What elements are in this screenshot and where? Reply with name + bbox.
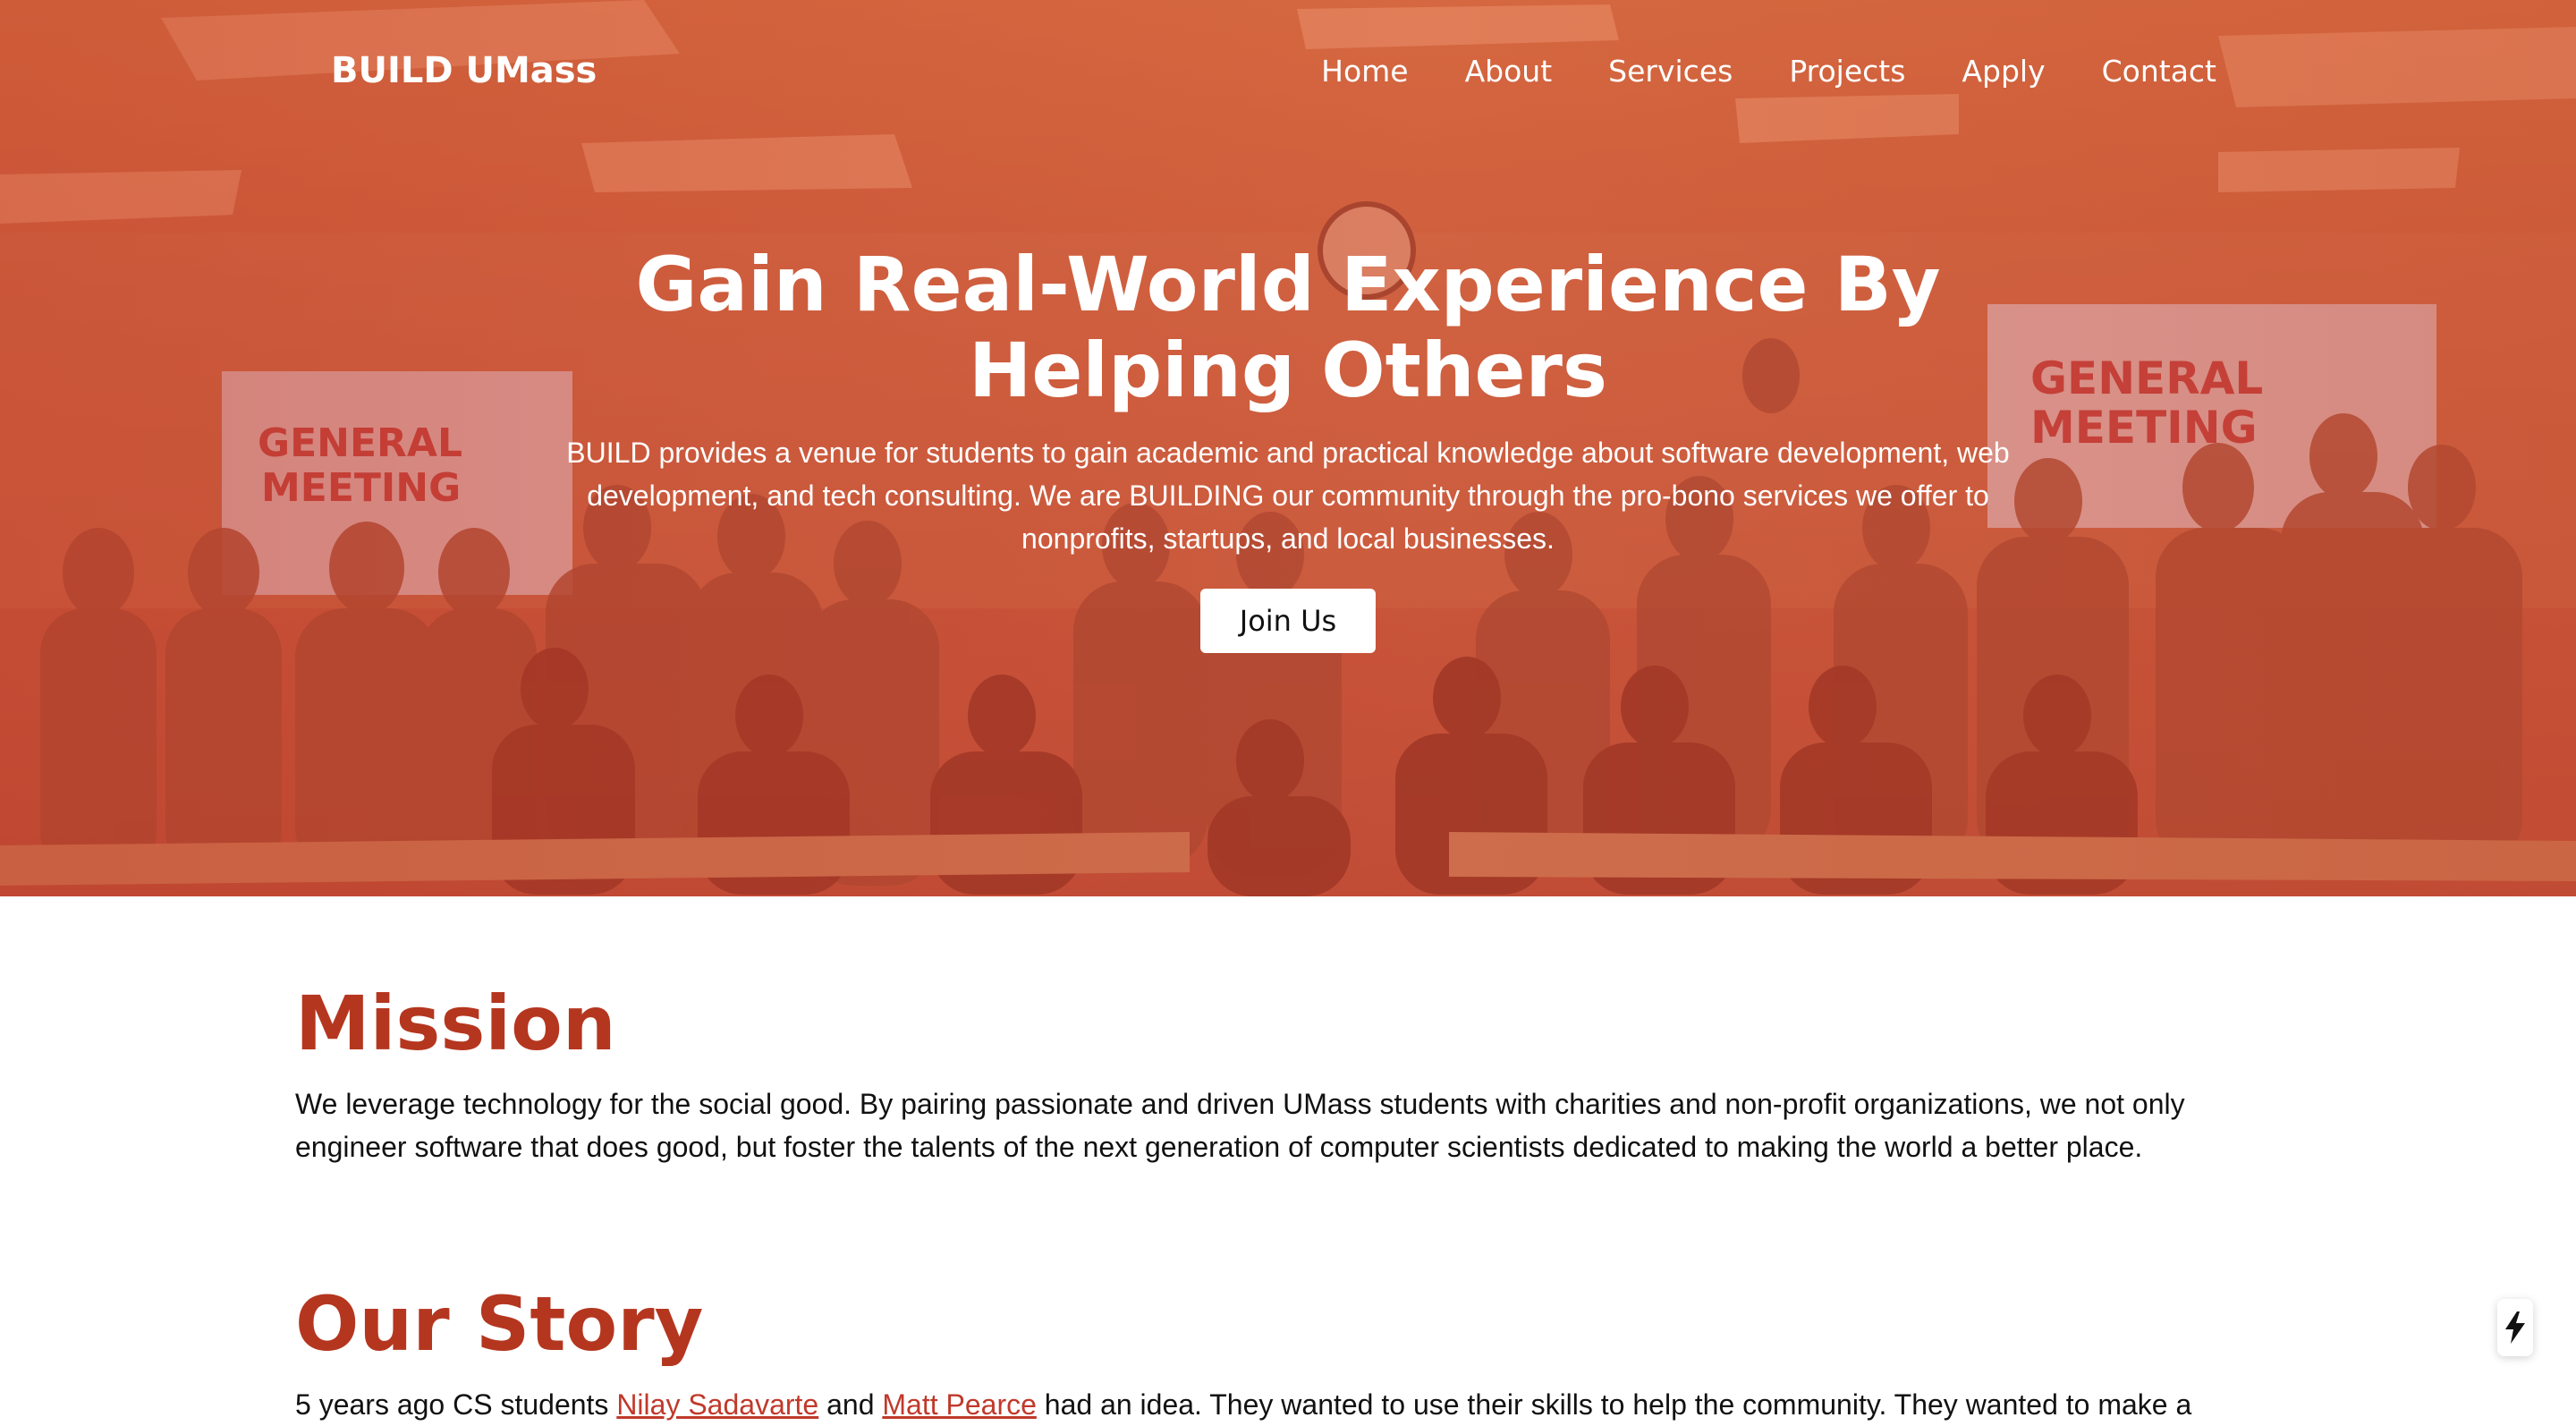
our-story-heading: Our Story — [295, 1280, 704, 1368]
matt-pearce-link[interactable]: Matt Pearce — [882, 1388, 1037, 1421]
lightning-bolt-icon — [2505, 1311, 2525, 1344]
floating-action-button[interactable] — [2497, 1299, 2533, 1356]
hero-subtitle: BUILD provides a venue for students to g… — [566, 437, 2010, 555]
nav-links: Home About Services Projects Apply Conta… — [1265, 54, 2216, 89]
nav-link-services[interactable]: Services — [1608, 54, 1733, 89]
story-text-after: had an idea. They wanted to use their sk… — [1036, 1388, 2192, 1421]
nav-link-apply[interactable]: Apply — [1962, 54, 2045, 89]
hero-title: Gain Real-World Experience By Helping Ot… — [483, 242, 2093, 413]
our-story-text: 5 years ago CS students Nilay Sadavarte … — [295, 1383, 2245, 1426]
mission-text: We leverage technology for the social go… — [295, 1088, 2185, 1163]
nilay-sadavarte-link[interactable]: Nilay Sadavarte — [616, 1388, 818, 1421]
hero-title-line2: Helping Others — [969, 327, 1607, 414]
story-text-mid: and — [818, 1388, 883, 1421]
top-navbar: BUILD UMass Home About Services Projects… — [0, 0, 2576, 147]
nav-link-home[interactable]: Home — [1321, 54, 1408, 89]
hero-title-line1: Gain Real-World Experience By — [635, 241, 1941, 328]
hero-section: GENERAL MEETING GENERAL MEETING — [0, 0, 2576, 896]
nav-link-about[interactable]: About — [1465, 54, 1553, 89]
story-text-before: 5 years ago CS students — [295, 1388, 617, 1421]
nav-link-contact[interactable]: Contact — [2102, 54, 2216, 89]
mission-heading: Mission — [295, 980, 616, 1067]
nav-link-projects[interactable]: Projects — [1789, 54, 1905, 89]
join-us-button[interactable]: Join Us — [1200, 589, 1376, 653]
brand-logo-text[interactable]: BUILD UMass — [331, 50, 597, 91]
